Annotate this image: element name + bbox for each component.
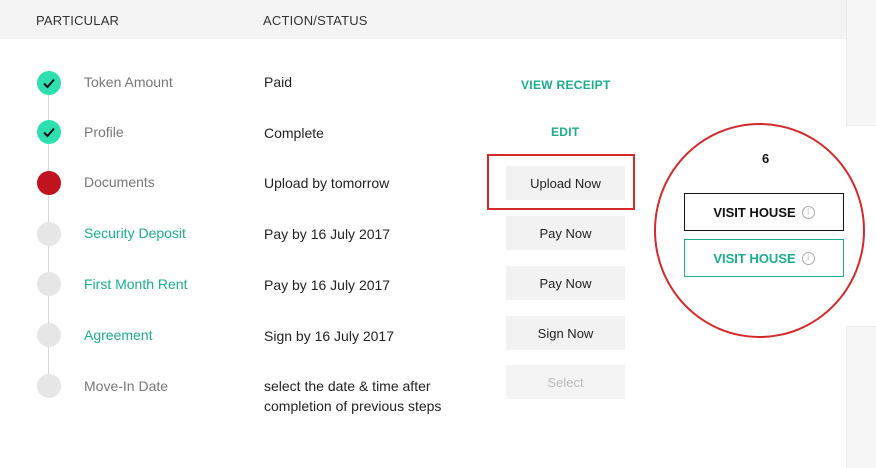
step-status-profile: Complete [264,125,324,141]
pending-step-icon [37,222,61,246]
visit-house-label: VISIT HOUSE [713,204,796,220]
visit-house-button-dark[interactable]: VISIT HOUSE i [684,193,844,231]
step-label-first-month-rent[interactable]: First Month Rent [84,276,187,292]
sign-now-button[interactable]: Sign Now [506,316,625,350]
visit-house-button-teal[interactable]: VISIT HOUSE i [684,239,844,277]
header-particular: PARTICULAR [36,13,120,28]
info-icon: i [801,251,815,265]
step-status-documents: Upload by tomorrow [264,175,390,191]
view-receipt-link[interactable]: VIEW RECEIPT [521,78,611,92]
step-status-move-in-line2: completion of previous steps [264,398,442,414]
pay-first-month-rent-button[interactable]: Pay Now [506,266,625,300]
highlight-box [487,154,635,210]
step-status-first-month-rent: Pay by 16 July 2017 [264,277,391,293]
pending-step-icon [37,272,61,296]
step-status-agreement: Sign by 16 July 2017 [264,328,394,344]
step-label-move-in-date: Move-In Date [84,378,169,394]
header-action-status: ACTION/STATUS [263,13,368,28]
step-label-agreement[interactable]: Agreement [84,327,152,343]
step-label-profile: Profile [84,124,124,140]
table-header: PARTICULAR ACTION/STATUS [0,0,846,39]
step-label-documents: Documents [84,174,155,190]
info-icon: i [801,205,815,219]
check-icon [37,120,61,144]
step-status-security-deposit: Pay by 16 July 2017 [264,226,391,242]
select-date-button[interactable]: Select [506,365,625,399]
step-label-token-amount: Token Amount [84,74,173,90]
step-label-security-deposit[interactable]: Security Deposit [84,225,186,241]
current-step-icon [37,171,61,195]
pending-step-icon [37,323,61,347]
visit-house-label: VISIT HOUSE [713,250,796,266]
pending-step-icon [37,374,61,398]
step-status-move-in-line1: select the date & time after [264,378,431,394]
step-status-token-amount: Paid [264,74,293,90]
count-label: 6 [762,151,770,166]
pay-security-deposit-button[interactable]: Pay Now [506,216,625,250]
edit-profile-link[interactable]: EDIT [551,125,580,139]
check-icon [37,71,61,95]
